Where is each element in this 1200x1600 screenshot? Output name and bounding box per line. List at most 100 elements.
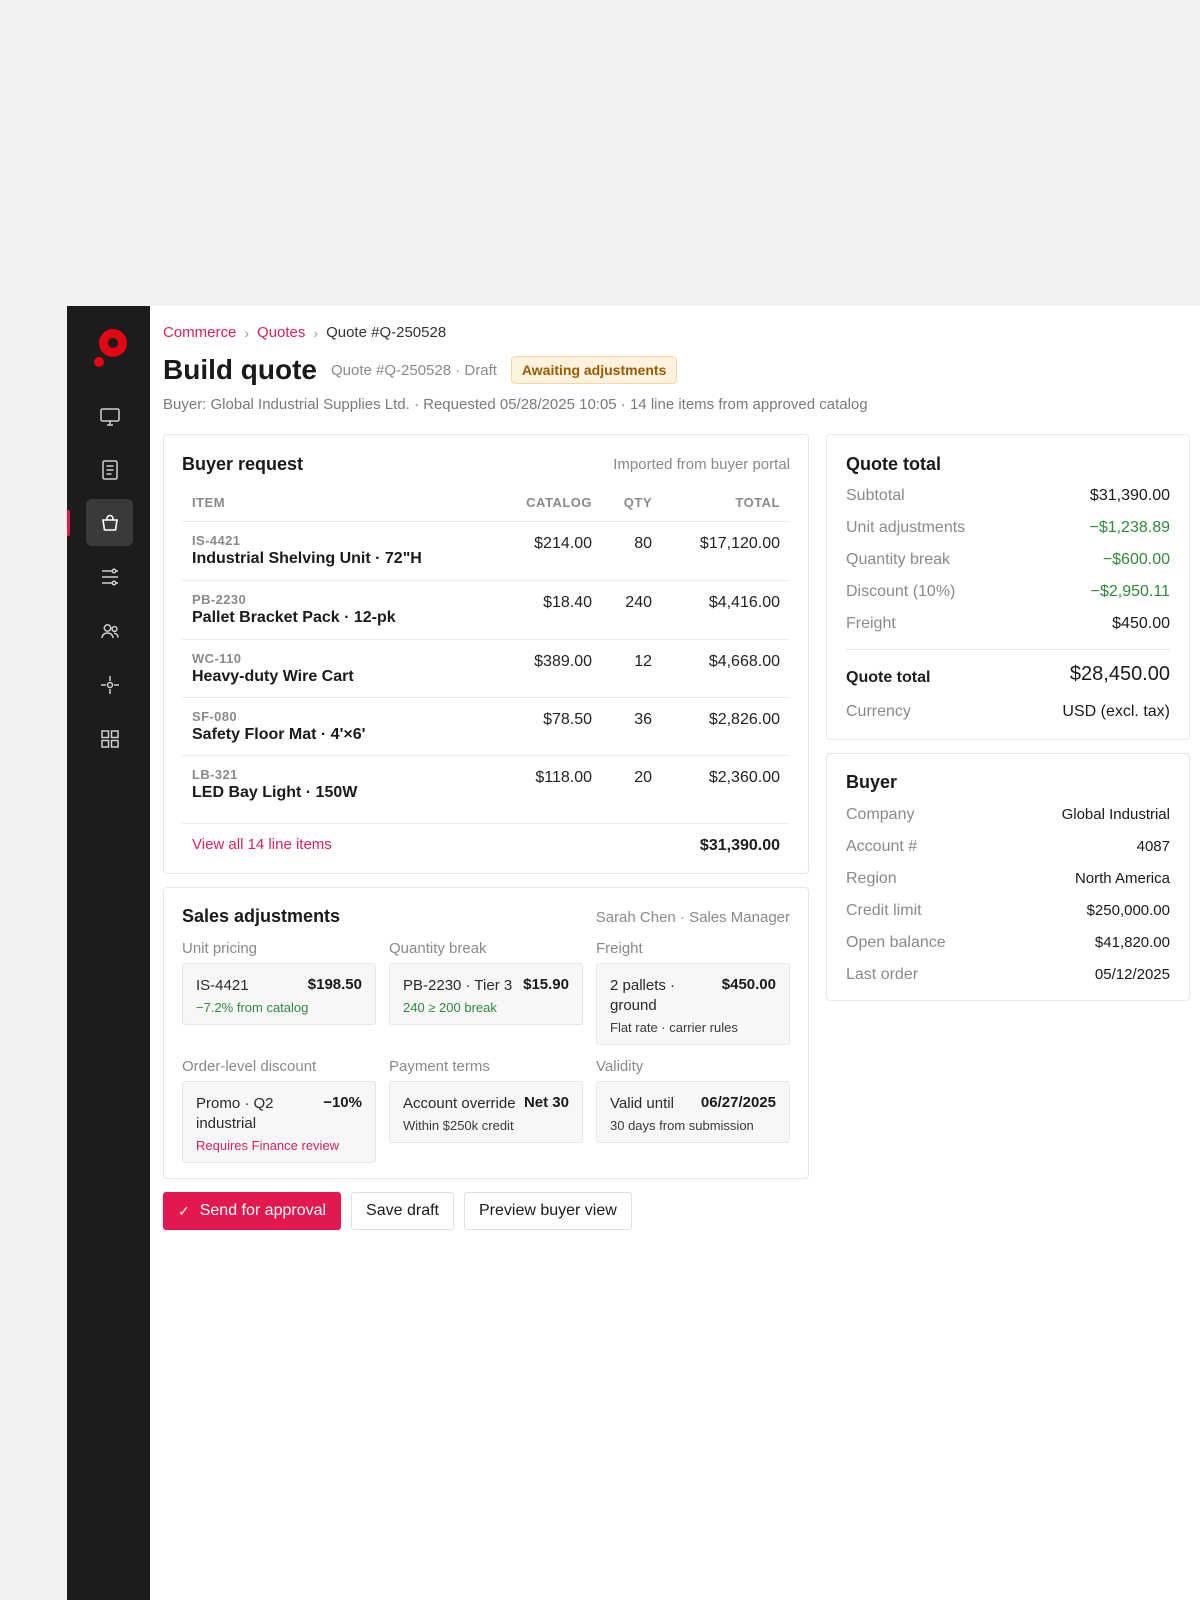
- grid-icon: [100, 729, 119, 748]
- row-total: $4,668.00: [708, 653, 780, 670]
- row-sku: LB-321: [192, 767, 238, 782]
- row-sku: PB-2230: [192, 592, 247, 607]
- quantity-break-label: Quantity break: [389, 940, 487, 957]
- sidebar-item-documents[interactable]: [86, 446, 133, 493]
- row-total: $2,360.00: [708, 769, 780, 786]
- currency-line: Currency USD (excl. tax): [846, 703, 1170, 727]
- request-sum: $31,390.00: [699, 837, 780, 854]
- users-icon: [100, 623, 119, 638]
- app-window: Commerce › Quotes › Quote #Q-250528 Buil…: [67, 306, 1200, 1600]
- save-draft-button[interactable]: Save draft: [351, 1192, 454, 1230]
- row-catalog-price: $214.00: [534, 535, 592, 552]
- row-catalog-price: $78.50: [543, 711, 592, 728]
- sidebar-item-users[interactable]: [86, 607, 133, 654]
- brand-logo[interactable]: [94, 328, 128, 368]
- row-catalog-price: $118.00: [535, 769, 592, 786]
- buyer-line-credit-limit: Credit limit $250,000.00: [846, 902, 1170, 926]
- discount-value: −10%: [323, 1094, 362, 1111]
- quantity-break-tier: PB-2230 · Tier 3: [403, 977, 513, 994]
- total-line-unit-adjustments: Unit adjustments −$1,238.89: [846, 519, 1170, 543]
- view-all-line-items-link[interactable]: View all 14 line items: [192, 836, 332, 853]
- breadcrumb-quotes[interactable]: Quotes: [257, 324, 305, 341]
- action-bar: ✓ Send for approval Save draft Preview b…: [163, 1192, 632, 1230]
- quantity-break-box[interactable]: PB-2230 · Tier 3 $15.90 240 ≥ 200 break: [389, 963, 583, 1025]
- table-row[interactable]: WC-110 Heavy-duty Wire Cart $389.00 12 $…: [182, 639, 790, 697]
- discount-box[interactable]: Promo · Q2 industrial −10% Requires Fina…: [182, 1081, 376, 1163]
- currency-label: Currency: [846, 703, 911, 720]
- row-name: Industrial Shelving Unit · 72"H: [192, 550, 422, 567]
- unit-pricing-value: $198.50: [307, 976, 362, 993]
- table-row[interactable]: LB-321 LED Bay Light · 150W $118.00 20 $…: [182, 755, 790, 813]
- row-name: Heavy-duty Wire Cart: [192, 668, 354, 685]
- total-line-subtotal: Subtotal $31,390.00: [846, 487, 1170, 511]
- import-source-note: Imported from buyer portal: [613, 456, 790, 473]
- line-label: Open balance: [846, 934, 946, 951]
- preview-buyer-view-button[interactable]: Preview buyer view: [463, 1192, 632, 1230]
- total-line-freight: Freight $450.00: [846, 615, 1170, 639]
- unit-pricing-box[interactable]: IS-4421 $198.50 −7.2% from catalog: [182, 963, 376, 1025]
- table-row[interactable]: IS-4421 Industrial Shelving Unit · 72"H …: [182, 521, 790, 579]
- line-label: Credit limit: [846, 902, 922, 919]
- validity-note: 30 days from submission: [610, 1118, 754, 1133]
- sliders-icon: [101, 567, 118, 586]
- sidebar-item-apps[interactable]: [86, 715, 133, 762]
- discount-description: Promo · Q2 industrial: [196, 1095, 274, 1132]
- sidebar-item-integrations[interactable]: [86, 661, 133, 708]
- line-label: Discount (10%): [846, 583, 956, 600]
- row-sku: SF-080: [192, 709, 238, 724]
- line-label: Last order: [846, 966, 919, 983]
- quote-total-label: Quote total: [846, 669, 931, 686]
- payment-terms-value: Net 30: [523, 1094, 569, 1111]
- table-footer: View all 14 line items $31,390.00: [182, 823, 790, 863]
- active-nav-marker: [67, 510, 70, 536]
- quantity-break-value: $15.90: [523, 976, 569, 993]
- buyer-card: Buyer Company Global Industrial Account …: [826, 753, 1190, 1001]
- line-label: Company: [846, 806, 915, 823]
- line-value: −$2,950.11: [1090, 583, 1170, 600]
- line-label: Quantity break: [846, 551, 951, 568]
- validity-box[interactable]: Valid until 06/27/2025 30 days from subm…: [596, 1081, 790, 1143]
- column-header-qty: QTY: [623, 495, 652, 510]
- line-value: $41,820.00: [1094, 934, 1170, 951]
- validity-label: Validity: [596, 1058, 644, 1075]
- table-row[interactable]: PB-2230 Pallet Bracket Pack · 12-pk $18.…: [182, 580, 790, 638]
- status-badge: Awaiting adjustments: [510, 356, 678, 384]
- chevron-right-icon: ›: [244, 324, 250, 341]
- breadcrumb-commerce[interactable]: Commerce: [163, 324, 236, 341]
- freight-box[interactable]: 2 pallets · ground $450.00 Flat rate · c…: [596, 963, 790, 1045]
- send-for-approval-button[interactable]: ✓ Send for approval: [163, 1192, 342, 1230]
- target-icon: [100, 675, 119, 694]
- freight-rule: Flat rate · carrier rules: [610, 1020, 738, 1035]
- discount-review-note: Requires Finance review: [196, 1138, 340, 1153]
- buyer-line-account: Account # 4087: [846, 838, 1170, 862]
- freight-label: Freight: [596, 940, 643, 957]
- card-title: Quote total: [846, 454, 941, 474]
- line-label: Region: [846, 870, 897, 887]
- card-title: Buyer: [846, 772, 898, 792]
- monitor-icon: [99, 407, 120, 426]
- row-qty: 80: [634, 535, 652, 552]
- freight-value: $450.00: [721, 976, 776, 993]
- column-header-item: ITEM: [192, 495, 226, 510]
- payment-terms-box[interactable]: Account override Net 30 Within $250k cre…: [389, 1081, 583, 1143]
- breadcrumb-current: Quote #Q-250528: [326, 324, 447, 341]
- row-name: LED Bay Light · 150W: [192, 784, 358, 801]
- row-qty: 240: [625, 594, 652, 611]
- payment-terms-note: Within $250k credit: [403, 1118, 514, 1133]
- row-qty: 36: [634, 711, 652, 728]
- sidebar: [67, 306, 150, 1600]
- quote-total-card: Quote total Subtotal $31,390.00 Unit adj…: [826, 434, 1190, 740]
- line-value: −$1,238.89: [1089, 519, 1170, 536]
- table-row[interactable]: SF-080 Safety Floor Mat · 4'×6' $78.50 3…: [182, 697, 790, 755]
- line-label: Freight: [846, 615, 896, 632]
- sidebar-item-settings[interactable]: [86, 553, 133, 600]
- shopping-bag-icon: [101, 514, 118, 531]
- sidebar-item-commerce[interactable]: [86, 499, 133, 546]
- line-value: $31,390.00: [1089, 487, 1170, 504]
- total-line-quantity-break: Quantity break −$600.00: [846, 551, 1170, 575]
- line-label: Subtotal: [846, 487, 905, 504]
- row-qty: 20: [634, 769, 652, 786]
- sidebar-item-dashboard[interactable]: [86, 393, 133, 440]
- buyer-line-last-order: Last order 05/12/2025: [846, 966, 1170, 990]
- quote-meta: Quote #Q-250528 · Draft: [330, 361, 497, 379]
